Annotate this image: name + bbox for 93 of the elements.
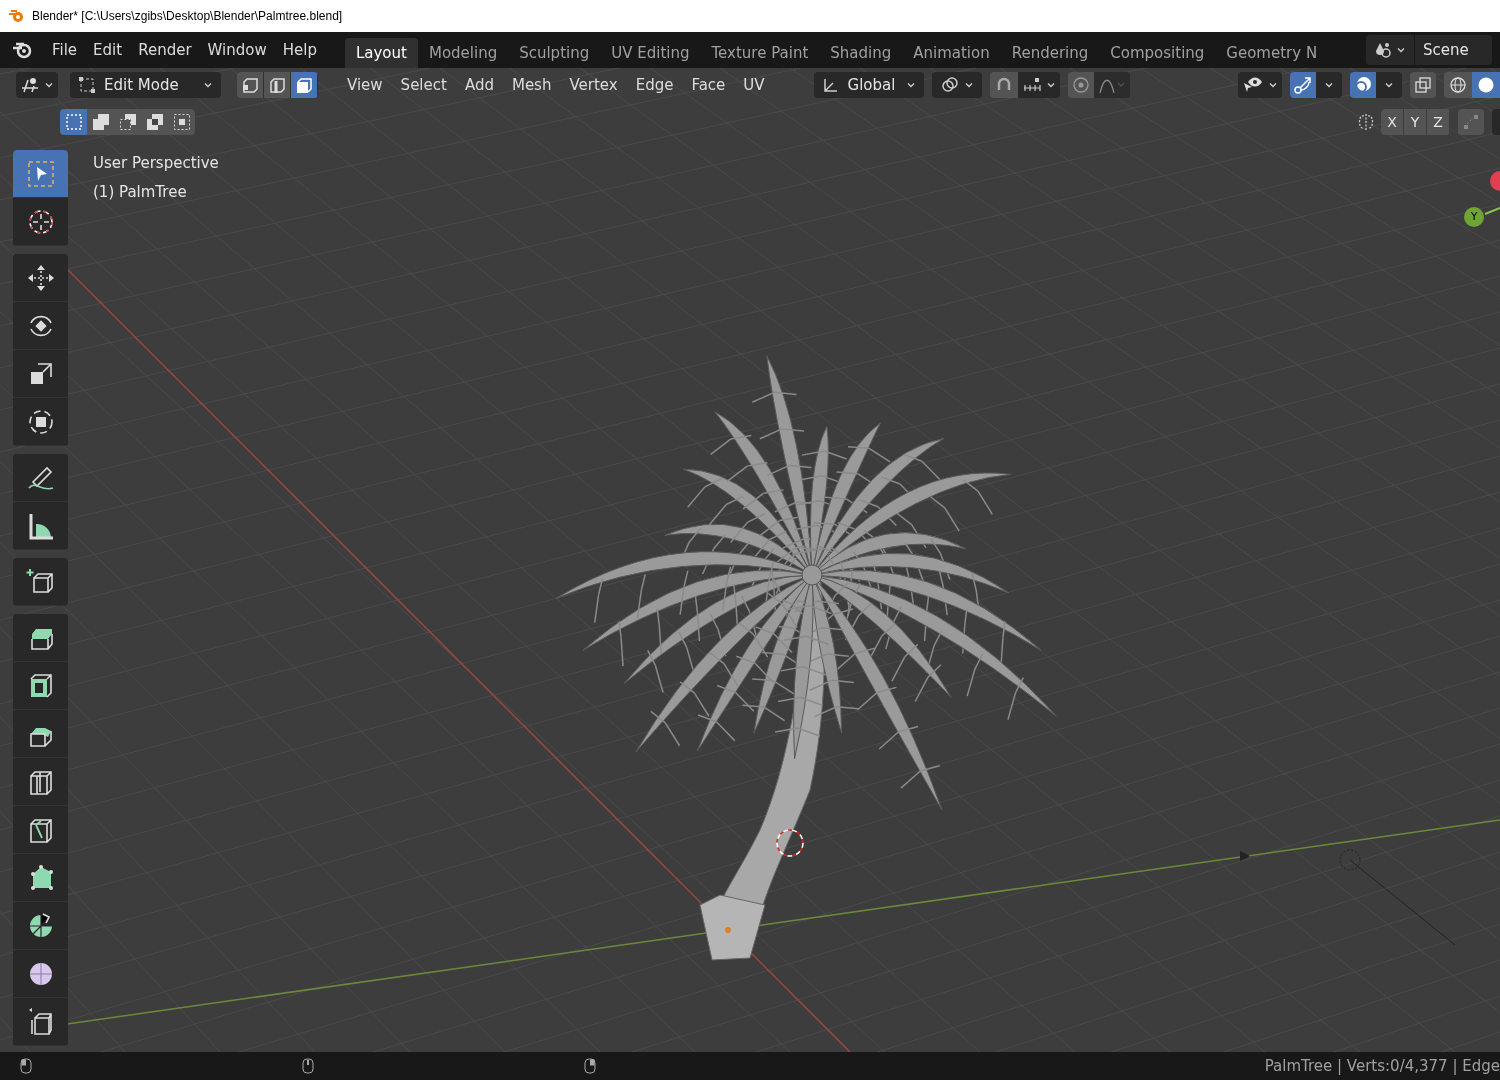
pivot-dropdown[interactable] <box>931 72 982 98</box>
workspace-tab[interactable]: Compositing <box>1099 38 1216 68</box>
menu-item[interactable]: Help <box>274 34 325 66</box>
workspace-tab[interactable]: Layout <box>344 38 418 68</box>
mouse-right-icon <box>584 1058 596 1074</box>
axis-toggle[interactable]: Z <box>1427 109 1450 135</box>
select-mode-button[interactable] <box>264 72 291 98</box>
increment-icon <box>1021 76 1042 94</box>
axes-icon <box>821 76 840 94</box>
workspace-tab[interactable]: Sculpting <box>508 38 601 68</box>
solid-circle-icon <box>1477 76 1495 94</box>
header-menu-item[interactable]: Select <box>391 72 456 98</box>
dashed-square-icon <box>64 113 83 131</box>
select-mode-button[interactable] <box>237 72 264 98</box>
proportional-edit-toggle[interactable] <box>1067 72 1094 98</box>
view-name: User Perspective <box>93 153 219 174</box>
mouse-left-icon <box>20 1058 32 1074</box>
header-menu-item[interactable]: Mesh <box>502 72 561 98</box>
workspace-tab[interactable]: Modeling <box>417 38 509 68</box>
vertex-mode-icon <box>241 76 259 94</box>
menu-item[interactable]: Window <box>199 34 275 66</box>
edge-mode-icon <box>268 76 286 94</box>
workspace-tab[interactable]: Rendering <box>1000 38 1100 68</box>
scene-icon <box>1374 41 1392 59</box>
workspace-tab[interactable]: Shading <box>819 38 903 68</box>
header-menu-item[interactable]: View <box>338 72 392 98</box>
intersect-squares-icon <box>172 113 191 131</box>
viewport-editor-icon <box>20 76 40 94</box>
editor-type-button[interactable] <box>16 72 58 98</box>
header-menu-item[interactable]: Add <box>455 72 503 98</box>
chevron-down-icon <box>1396 45 1406 55</box>
gizmo-toggle[interactable] <box>1290 72 1316 98</box>
invert-squares-icon <box>145 113 164 131</box>
snap-target-dropdown[interactable] <box>1017 72 1060 98</box>
link-rings-icon <box>939 76 960 94</box>
select-mode-button[interactable] <box>291 72 318 98</box>
window-title: Blender* [C:\Users\zgibs\Desktop\Blender\Palmtree.blend] <box>32 8 343 25</box>
globe-icon <box>1449 76 1467 94</box>
chevron-down-icon <box>1324 80 1334 90</box>
shading-button[interactable] <box>1472 72 1500 98</box>
axis-toggle[interactable]: X <box>1381 109 1404 135</box>
tool-button[interactable] <box>13 150 68 198</box>
mouse-middle-icon <box>302 1058 314 1074</box>
workspace-tab[interactable]: Texture Paint <box>700 38 820 68</box>
edit-mode-icon <box>78 76 96 94</box>
status-text: PalmTree | Verts:0/4,377 | Edge <box>1264 1055 1500 1077</box>
orientation-dropdown[interactable]: Global <box>813 72 924 98</box>
scene-name: Scene <box>1422 39 1470 61</box>
workspace-tab[interactable]: Geometry N <box>1215 38 1329 68</box>
menu-item[interactable]: Edit <box>85 34 131 66</box>
box-mode-button[interactable] <box>87 109 114 135</box>
subtract-squares-icon <box>118 113 137 131</box>
xray-toggle[interactable] <box>1410 72 1436 98</box>
mode-dropdown[interactable]: Edit Mode <box>70 72 221 98</box>
header-menu-item[interactable]: UV <box>734 72 774 98</box>
light-object-icon <box>1339 849 1456 946</box>
active-object-label: (1) PalmTree <box>93 181 188 203</box>
falloff-dropdown[interactable] <box>1093 72 1130 98</box>
overlapping-squares-icon <box>91 113 110 131</box>
header-menu-item[interactable]: Vertex <box>560 72 627 98</box>
chevron-down-icon <box>963 80 974 90</box>
overlay-toggle[interactable] <box>1350 72 1376 98</box>
eye-pointer-icon <box>1242 76 1264 94</box>
blender-logo-icon <box>12 41 32 59</box>
chevron-down-icon <box>1268 80 1278 90</box>
visibility-dropdown[interactable] <box>1238 72 1282 98</box>
blender-logo-icon <box>8 9 24 23</box>
target-circle-icon <box>1071 76 1090 94</box>
workspace-tab[interactable]: UV Editing <box>600 38 701 68</box>
navigation-gizmo-drawing[interactable] <box>1484 171 1500 215</box>
chevron-down-icon <box>203 80 213 90</box>
shading-button[interactable] <box>1444 72 1472 98</box>
axis-toggle[interactable]: Y <box>1404 109 1427 135</box>
tool-button[interactable] <box>13 454 68 502</box>
chevron-down-icon <box>905 80 916 90</box>
3d-cursor-icon <box>776 829 804 857</box>
box-mode-button[interactable] <box>60 109 87 135</box>
gizmo-arrows-icon <box>1293 75 1313 95</box>
chevron-down-icon <box>1384 80 1394 90</box>
chevron-down-icon <box>1045 80 1056 90</box>
header-menu-item[interactable]: Face <box>682 72 735 98</box>
menu-item[interactable]: File <box>44 34 86 66</box>
header-menu-item[interactable]: Edge <box>626 72 683 98</box>
menu-item[interactable]: Render <box>130 34 200 66</box>
snap-toggle[interactable] <box>989 72 1018 98</box>
box-mode-button[interactable] <box>168 109 195 135</box>
tool-button[interactable] <box>13 254 68 302</box>
chevron-down-icon <box>44 80 54 90</box>
face-mode-icon <box>295 76 313 94</box>
tool-button[interactable] <box>13 614 68 662</box>
merge-vertices-icon <box>1462 113 1480 131</box>
workspace-tab[interactable]: Animation <box>902 38 1001 68</box>
overlapping-squares-icon <box>1414 76 1432 94</box>
